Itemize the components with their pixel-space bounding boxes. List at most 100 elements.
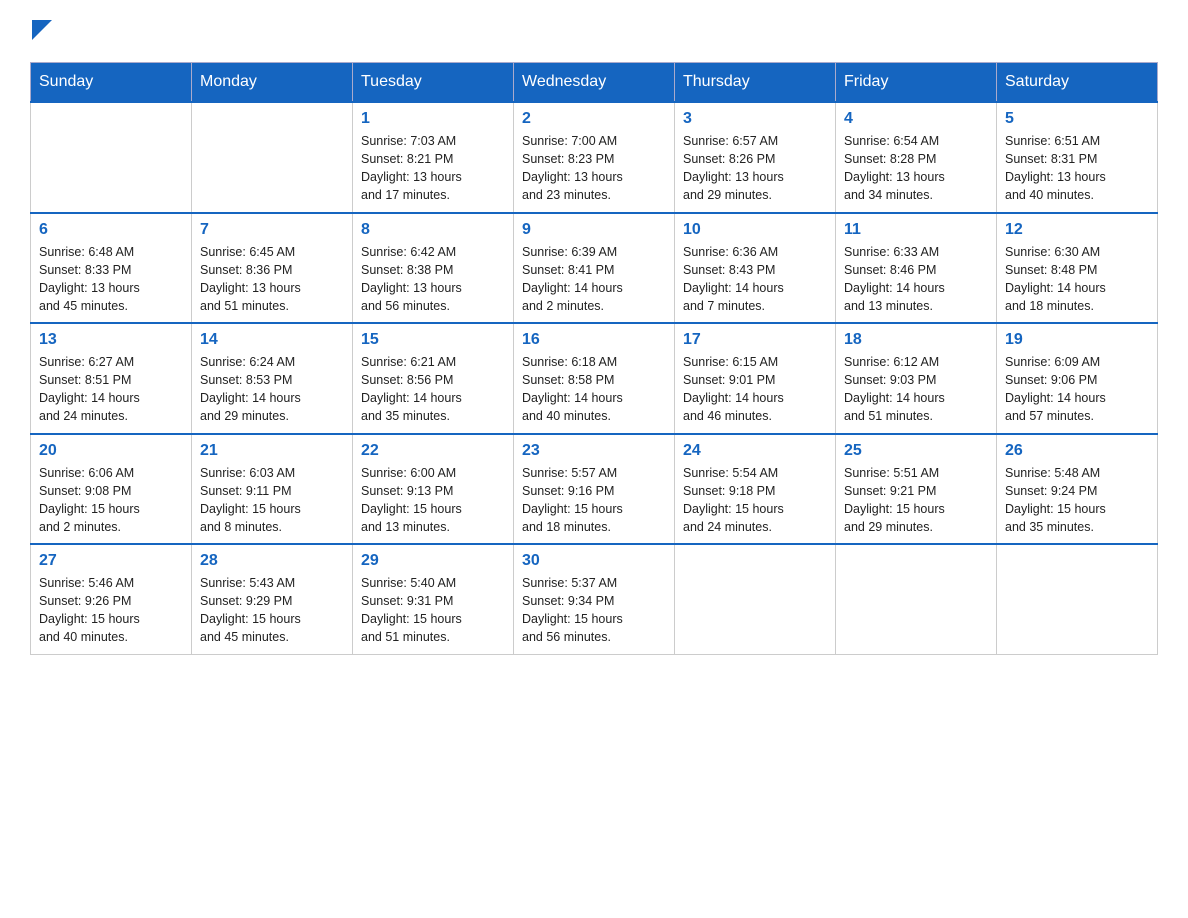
week-row-2: 6Sunrise: 6:48 AM Sunset: 8:33 PM Daylig… [31,213,1158,324]
calendar-cell [836,544,997,654]
day-info: Sunrise: 6:12 AM Sunset: 9:03 PM Dayligh… [844,353,988,426]
calendar-body: 1Sunrise: 7:03 AM Sunset: 8:21 PM Daylig… [31,102,1158,654]
calendar-cell: 9 Sunrise: 6:39 AM Sunset: 8:41 PM Daylig… [514,213,675,324]
day-number: 19 [1005,331,1149,349]
day-info: Sunrise: 6:36 AM Sunset: 8:43 PM Dayligh… [683,243,827,316]
day-number: 11 [844,221,988,239]
logo-triangle-icon [32,20,52,40]
week-row-1: 1Sunrise: 7:03 AM Sunset: 8:21 PM Daylig… [31,102,1158,213]
calendar-header: SundayMondayTuesdayWednesdayThursdayFrid… [31,63,1158,103]
day-number: 6 [39,221,183,239]
day-info: Sunrise: 6:45 AM Sunset: 8:36 PM Dayligh… [200,243,344,316]
calendar-cell [192,102,353,213]
week-row-5: 27Sunrise: 5:46 AM Sunset: 9:26 PM Dayli… [31,544,1158,654]
day-number: 28 [200,552,344,570]
calendar-cell: 28 Sunrise: 5:43 AM Sunset: 9:29 PM Dayli… [192,544,353,654]
day-info: Sunrise: 5:48 AM Sunset: 9:24 PM Dayligh… [1005,464,1149,537]
day-info: Sunrise: 7:00 AM Sunset: 8:23 PM Dayligh… [522,132,666,205]
day-number: 5 [1005,110,1149,128]
calendar-cell: 1Sunrise: 7:03 AM Sunset: 8:21 PM Daylig… [353,102,514,213]
day-number: 21 [200,442,344,460]
calendar-cell: 12 Sunrise: 6:30 AM Sunset: 8:48 PM Dayli… [997,213,1158,324]
day-info: Sunrise: 5:37 AM Sunset: 9:34 PM Dayligh… [522,574,666,647]
calendar-cell: 30 Sunrise: 5:37 AM Sunset: 9:34 PM Dayli… [514,544,675,654]
weekday-header-tuesday: Tuesday [353,63,514,103]
day-info: Sunrise: 6:57 AM Sunset: 8:26 PM Dayligh… [683,132,827,205]
weekday-header-friday: Friday [836,63,997,103]
day-number: 20 [39,442,183,460]
calendar-cell: 6Sunrise: 6:48 AM Sunset: 8:33 PM Daylig… [31,213,192,324]
calendar-cell [31,102,192,213]
day-info: Sunrise: 6:15 AM Sunset: 9:01 PM Dayligh… [683,353,827,426]
day-number: 7 [200,221,344,239]
day-info: Sunrise: 5:40 AM Sunset: 9:31 PM Dayligh… [361,574,505,647]
calendar-cell: 17 Sunrise: 6:15 AM Sunset: 9:01 PM Dayli… [675,323,836,434]
week-row-3: 13 Sunrise: 6:27 AM Sunset: 8:51 PM Dayli… [31,323,1158,434]
day-number: 4 [844,110,988,128]
day-info: Sunrise: 6:09 AM Sunset: 9:06 PM Dayligh… [1005,353,1149,426]
day-info: Sunrise: 6:21 AM Sunset: 8:56 PM Dayligh… [361,353,505,426]
weekday-header-monday: Monday [192,63,353,103]
calendar-cell: 22 Sunrise: 6:00 AM Sunset: 9:13 PM Dayli… [353,434,514,545]
day-number: 18 [844,331,988,349]
calendar-cell: 13 Sunrise: 6:27 AM Sunset: 8:51 PM Dayli… [31,323,192,434]
day-info: Sunrise: 5:46 AM Sunset: 9:26 PM Dayligh… [39,574,183,647]
calendar-cell: 8 Sunrise: 6:42 AM Sunset: 8:38 PM Daylig… [353,213,514,324]
day-info: Sunrise: 6:42 AM Sunset: 8:38 PM Dayligh… [361,243,505,316]
day-number: 12 [1005,221,1149,239]
day-number: 23 [522,442,666,460]
day-number: 9 [522,221,666,239]
calendar-cell: 21Sunrise: 6:03 AM Sunset: 9:11 PM Dayli… [192,434,353,545]
day-info: Sunrise: 6:00 AM Sunset: 9:13 PM Dayligh… [361,464,505,537]
calendar-cell: 27Sunrise: 5:46 AM Sunset: 9:26 PM Dayli… [31,544,192,654]
day-number: 2 [522,110,666,128]
day-info: Sunrise: 5:51 AM Sunset: 9:21 PM Dayligh… [844,464,988,537]
calendar-cell: 29 Sunrise: 5:40 AM Sunset: 9:31 PM Dayli… [353,544,514,654]
calendar-cell: 10 Sunrise: 6:36 AM Sunset: 8:43 PM Dayli… [675,213,836,324]
day-number: 10 [683,221,827,239]
day-info: Sunrise: 6:24 AM Sunset: 8:53 PM Dayligh… [200,353,344,426]
calendar-cell: 23Sunrise: 5:57 AM Sunset: 9:16 PM Dayli… [514,434,675,545]
day-info: Sunrise: 6:39 AM Sunset: 8:41 PM Dayligh… [522,243,666,316]
day-number: 25 [844,442,988,460]
day-info: Sunrise: 7:03 AM Sunset: 8:21 PM Dayligh… [361,132,505,205]
calendar-cell: 2 Sunrise: 7:00 AM Sunset: 8:23 PM Daylig… [514,102,675,213]
calendar-cell [997,544,1158,654]
day-number: 29 [361,552,505,570]
day-info: Sunrise: 6:33 AM Sunset: 8:46 PM Dayligh… [844,243,988,316]
day-info: Sunrise: 6:27 AM Sunset: 8:51 PM Dayligh… [39,353,183,426]
day-number: 8 [361,221,505,239]
day-info: Sunrise: 6:51 AM Sunset: 8:31 PM Dayligh… [1005,132,1149,205]
calendar-cell: 15 Sunrise: 6:21 AM Sunset: 8:56 PM Dayli… [353,323,514,434]
day-number: 17 [683,331,827,349]
day-info: Sunrise: 5:43 AM Sunset: 9:29 PM Dayligh… [200,574,344,647]
week-row-4: 20Sunrise: 6:06 AM Sunset: 9:08 PM Dayli… [31,434,1158,545]
day-info: Sunrise: 6:30 AM Sunset: 8:48 PM Dayligh… [1005,243,1149,316]
calendar-cell: 5 Sunrise: 6:51 AM Sunset: 8:31 PM Daylig… [997,102,1158,213]
page-header [30,20,1158,44]
day-number: 22 [361,442,505,460]
calendar-cell [675,544,836,654]
day-number: 13 [39,331,183,349]
calendar-cell: 26Sunrise: 5:48 AM Sunset: 9:24 PM Dayli… [997,434,1158,545]
logo [30,20,52,44]
calendar-cell: 18 Sunrise: 6:12 AM Sunset: 9:03 PM Dayli… [836,323,997,434]
weekday-header-wednesday: Wednesday [514,63,675,103]
day-info: Sunrise: 5:54 AM Sunset: 9:18 PM Dayligh… [683,464,827,537]
calendar-cell: 3 Sunrise: 6:57 AM Sunset: 8:26 PM Daylig… [675,102,836,213]
weekday-header-row: SundayMondayTuesdayWednesdayThursdayFrid… [31,63,1158,103]
calendar-cell: 16Sunrise: 6:18 AM Sunset: 8:58 PM Dayli… [514,323,675,434]
calendar-cell: 14Sunrise: 6:24 AM Sunset: 8:53 PM Dayli… [192,323,353,434]
day-info: Sunrise: 6:54 AM Sunset: 8:28 PM Dayligh… [844,132,988,205]
calendar-cell: 19 Sunrise: 6:09 AM Sunset: 9:06 PM Dayli… [997,323,1158,434]
day-number: 24 [683,442,827,460]
weekday-header-sunday: Sunday [31,63,192,103]
day-number: 3 [683,110,827,128]
calendar-cell: 4 Sunrise: 6:54 AM Sunset: 8:28 PM Daylig… [836,102,997,213]
day-number: 15 [361,331,505,349]
day-number: 30 [522,552,666,570]
day-info: Sunrise: 6:18 AM Sunset: 8:58 PM Dayligh… [522,353,666,426]
calendar-cell: 7 Sunrise: 6:45 AM Sunset: 8:36 PM Daylig… [192,213,353,324]
calendar-cell: 11 Sunrise: 6:33 AM Sunset: 8:46 PM Dayli… [836,213,997,324]
weekday-header-saturday: Saturday [997,63,1158,103]
